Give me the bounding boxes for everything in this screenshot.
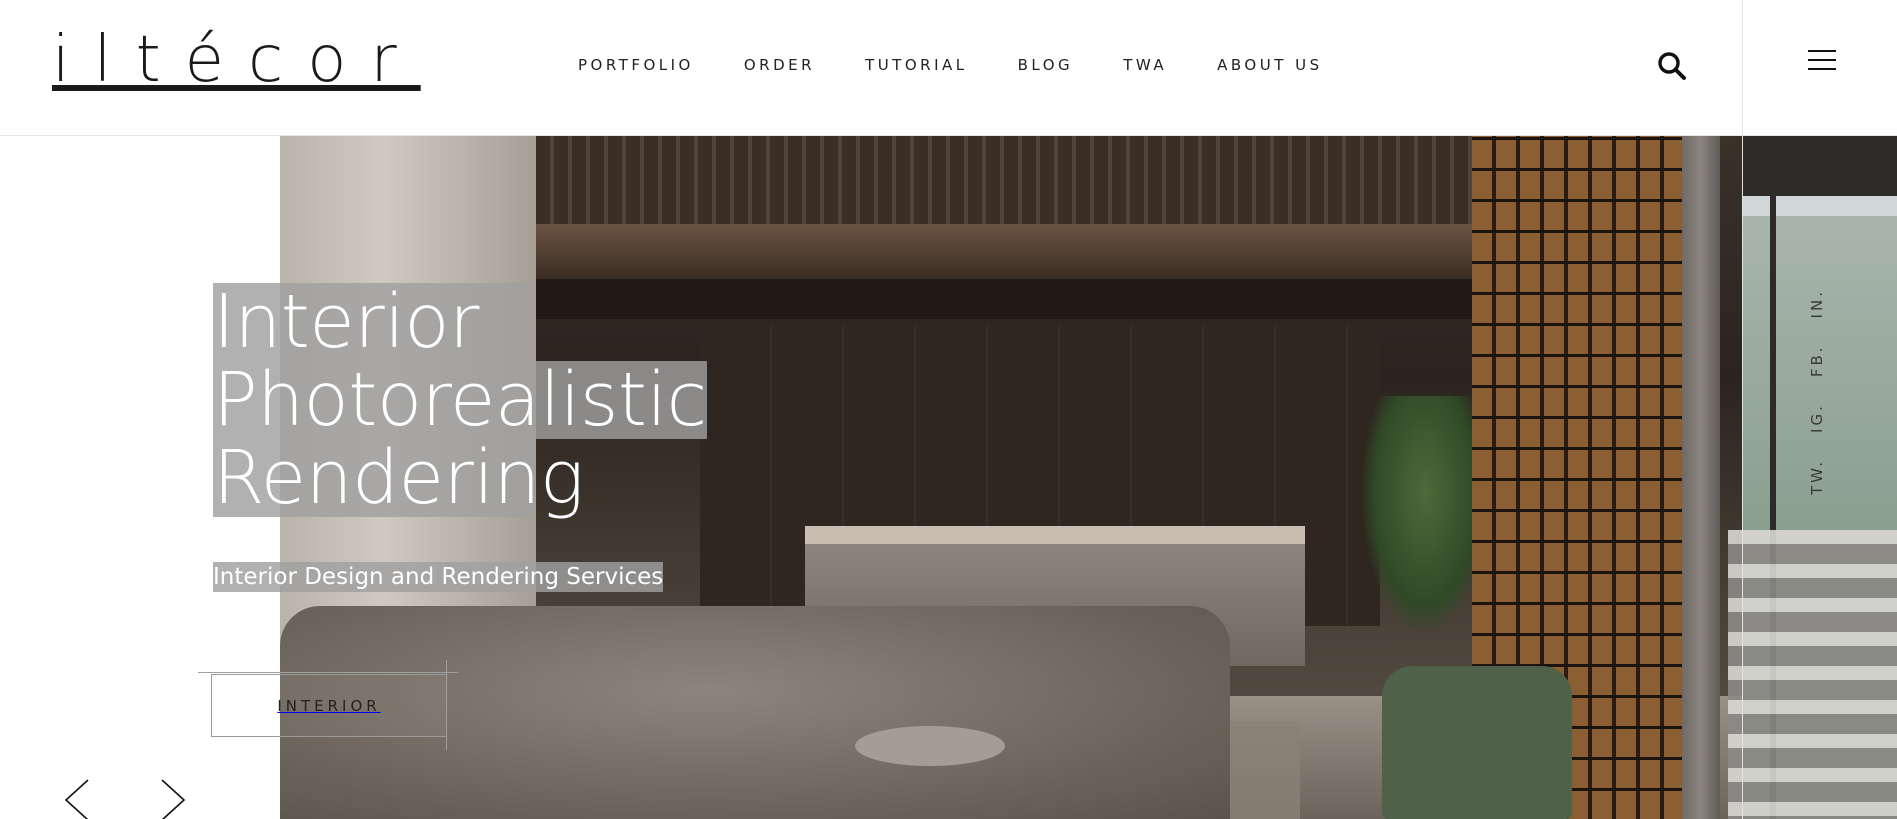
interior-button-label: INTERIOR (277, 696, 381, 715)
hero-subtitle: Interior Design and Rendering Services (213, 562, 664, 592)
hero-title-line: Photorealistic (213, 357, 707, 443)
social-links: TW. IG. FB. IN. (1808, 289, 1826, 495)
social-instagram-link[interactable]: IG. (1808, 403, 1826, 433)
site-header: iltécor PORTFOLIO ORDER TUTORIAL BLOG TW… (0, 0, 1897, 136)
nav-item-blog[interactable]: BLOG (1018, 56, 1074, 74)
site-logo[interactable]: iltécor (52, 22, 421, 99)
hamburger-menu-icon (1808, 50, 1836, 53)
hero-title-line: Interior (213, 283, 531, 361)
search-icon (1658, 52, 1686, 80)
nav-item-twa[interactable]: TWA (1123, 56, 1167, 74)
hero-title: Interior Photorealistic Rendering (213, 283, 707, 517)
slider-next-button[interactable] (150, 778, 194, 819)
search-button[interactable] (1656, 50, 1688, 82)
slider-prev-button[interactable] (56, 778, 100, 819)
cta-decoration (198, 672, 458, 673)
social-linkedin-link[interactable]: IN. (1808, 289, 1826, 318)
cta-decoration (446, 660, 447, 750)
menu-button[interactable] (1808, 50, 1836, 74)
nav-item-portfolio[interactable]: PORTFOLIO (578, 56, 694, 74)
main-nav: PORTFOLIO ORDER TUTORIAL BLOG TWA ABOUT … (578, 56, 1373, 74)
side-panel-divider (1742, 0, 1743, 819)
social-twitter-link[interactable]: TW. (1808, 459, 1826, 495)
nav-item-about-us[interactable]: ABOUT US (1217, 56, 1323, 74)
social-facebook-link[interactable]: FB. (1808, 344, 1826, 377)
nav-item-tutorial[interactable]: TUTORIAL (865, 56, 968, 74)
nav-item-order[interactable]: ORDER (744, 56, 815, 74)
interior-button[interactable]: INTERIOR (211, 674, 447, 737)
chevron-left-icon (64, 779, 89, 819)
hero-title-line: Rendering (213, 435, 584, 521)
chevron-right-icon (161, 779, 186, 819)
